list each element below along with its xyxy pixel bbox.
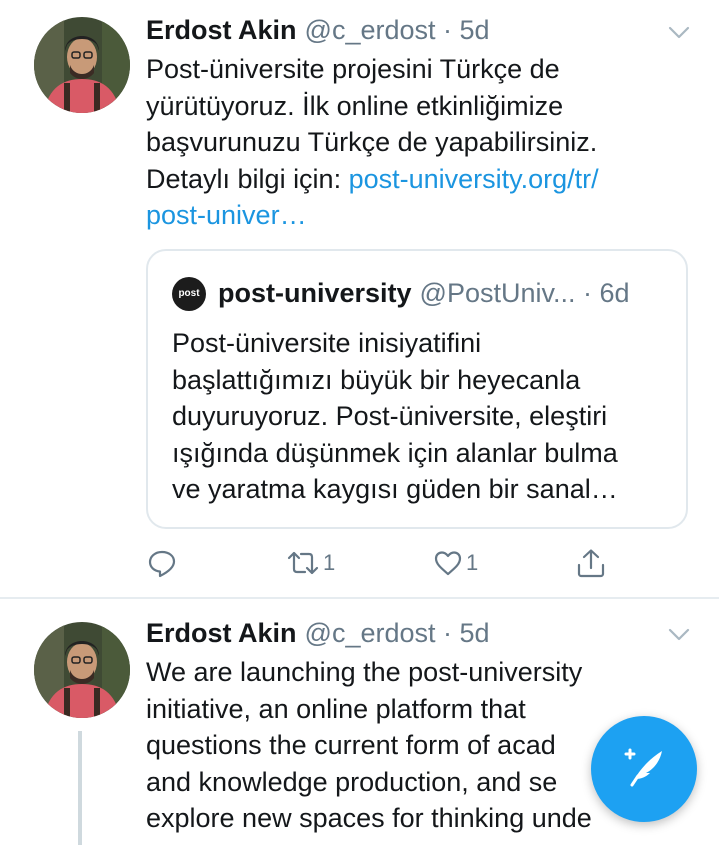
retweet-count: 1 [323, 550, 336, 575]
quoted-text-line: Post-üniversite inisiyatifini [172, 328, 482, 358]
tweet-text: Post-üniversite projesini Türkçe de yürü… [146, 51, 666, 234]
tweet-text-line: yürütüyoruz. İlk online etkinliğimize [146, 90, 564, 121]
thread-connector-line [78, 731, 82, 845]
quoted-text-line: duyuruyoruz. Post-üniversite, eleştiri [172, 401, 608, 431]
quoted-avatar: post [172, 277, 206, 311]
tweet-link-continued[interactable]: post-univer… [146, 197, 666, 234]
tweet-text-line: Post-üniversite projesini Türkçe de [146, 54, 560, 84]
tweet-time: · 5d [443, 618, 490, 648]
tweet[interactable]: Erdost Akin @c_erdost · 5d Post-üniversit… [0, 0, 719, 598]
quoted-text-line: başlattığımızı büyük bir heyecanla [172, 364, 581, 395]
compose-feather-icon [616, 739, 672, 800]
reply-icon [146, 547, 178, 579]
tweet-divider [0, 597, 719, 599]
user-avatar[interactable] [34, 17, 130, 113]
tweet-link[interactable]: post-university.org/tr/ [349, 164, 599, 194]
quoted-text-line: ışığında düşünmek için alanlar bulma [172, 437, 618, 468]
quoted-time: · 6d [583, 278, 630, 308]
quoted-header: post-university @PostUniv... · 6d [218, 275, 630, 311]
tweet-header: Erdost Akin @c_erdost · 5d [146, 12, 490, 48]
compose-tweet-button[interactable] [591, 716, 697, 822]
retweet-icon [285, 547, 321, 579]
user-avatar[interactable] [34, 622, 130, 718]
tweet-text-line: Detaylı bilgi için: [146, 163, 349, 194]
quoted-text: Post-üniversite inisiyatifini başlattığı… [172, 325, 672, 508]
quoted-author-handle: @PostUniv... [419, 278, 576, 308]
reply-button[interactable] [146, 543, 178, 583]
tweet-actions: 1 1 [0, 543, 719, 583]
share-icon [575, 547, 607, 579]
quoted-tweet[interactable]: post post-university @PostUniv... · 6d Po… [146, 249, 688, 529]
tweet-text-line: We are launching the post-university [146, 657, 583, 687]
like-button[interactable]: 1 [432, 543, 478, 583]
share-button[interactable] [575, 543, 607, 583]
author-handle[interactable]: @c_erdost [305, 15, 436, 45]
quoted-text-line: ve yaratma kaygısı güden bir sanal… [172, 474, 618, 504]
like-count: 1 [466, 550, 479, 575]
retweet-button[interactable]: 1 [285, 543, 335, 583]
author-handle[interactable]: @c_erdost [305, 618, 436, 648]
tweet-time: · 5d [443, 15, 490, 45]
author-name[interactable]: Erdost Akin [146, 15, 297, 45]
heart-icon [432, 547, 464, 579]
chevron-down-icon[interactable] [667, 622, 691, 646]
chevron-down-icon[interactable] [667, 20, 691, 44]
quoted-author-name: post-university [218, 278, 412, 308]
author-name[interactable]: Erdost Akin [146, 618, 297, 648]
tweet-header: Erdost Akin @c_erdost · 5d [146, 615, 490, 651]
tweet-text-line: başvurunuzu Türkçe de yapabilirsiniz. [146, 127, 598, 157]
